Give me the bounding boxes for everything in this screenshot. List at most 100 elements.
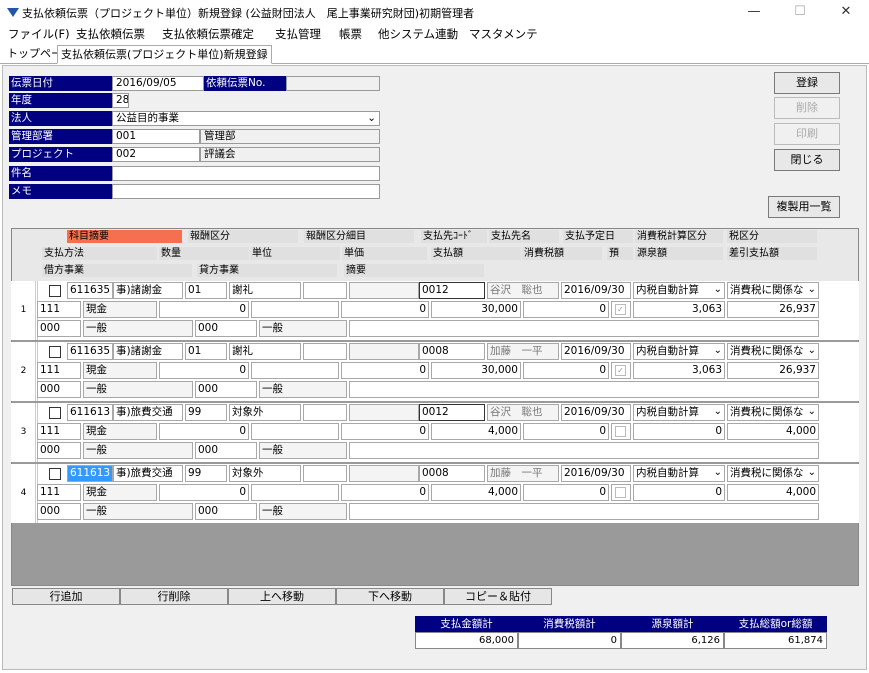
menu-file[interactable]: ファイル(F) (8, 26, 70, 42)
quantity-cell[interactable]: 0 (159, 423, 249, 440)
menu-reports[interactable]: 帳票 (339, 26, 362, 42)
account-code-cell[interactable]: 611613 (67, 465, 113, 482)
remarks-cell[interactable] (349, 442, 819, 459)
account-name-cell[interactable]: 事)旅費交通 (113, 465, 183, 482)
delete-row-button[interactable]: 行削除 (120, 588, 228, 605)
pay-method-code-cell[interactable]: 111 (37, 423, 81, 440)
tax-div-select[interactable]: 消費税に関係な (727, 404, 819, 421)
fee-name-cell[interactable]: 謝礼 (229, 343, 301, 360)
tax-div-select[interactable]: 消費税に関係な (727, 465, 819, 482)
remarks-cell[interactable] (349, 320, 819, 337)
debit-code-cell[interactable]: 000 (37, 503, 81, 520)
account-code-cell[interactable]: 611635 (67, 282, 113, 299)
quantity-cell[interactable]: 0 (159, 484, 249, 501)
credit-code-cell[interactable]: 000 (195, 442, 257, 459)
corp-select[interactable]: 公益目的事業 ⌄ (112, 111, 380, 126)
add-row-button[interactable]: 行追加 (12, 588, 120, 605)
account-code-cell[interactable]: 611635 (67, 343, 113, 360)
menu-master-maintenance[interactable]: マスタメンテ (469, 26, 538, 42)
unit-cell[interactable] (251, 423, 339, 440)
pay-date-cell[interactable]: 2016/09/30 (561, 465, 631, 482)
unit-price-cell[interactable]: 0 (341, 423, 429, 440)
menu-payment-management[interactable]: 支払管理 (275, 26, 321, 42)
move-down-button[interactable]: 下へ移動 (336, 588, 444, 605)
tax-calc-select[interactable]: 内税自動計算 (633, 404, 725, 421)
menu-other-systems[interactable]: 他システム連動 (378, 26, 458, 42)
unit-price-cell[interactable]: 0 (341, 362, 429, 379)
unit-price-cell[interactable]: 0 (341, 301, 429, 318)
debit-code-cell[interactable]: 000 (37, 381, 81, 398)
deposit-checkbox[interactable] (615, 487, 626, 498)
row-checkbox[interactable] (49, 407, 61, 419)
account-name-cell[interactable]: 事)旅費交通 (113, 404, 183, 421)
pay-date-cell[interactable]: 2016/09/30 (561, 343, 631, 360)
delete-button[interactable]: 削除 (774, 97, 840, 119)
quantity-cell[interactable]: 0 (159, 362, 249, 379)
maximize-button[interactable]: ☐ (777, 0, 823, 24)
tax-calc-select[interactable]: 内税自動計算 (633, 465, 725, 482)
fee-code-cell[interactable]: 99 (185, 404, 227, 421)
unit-cell[interactable] (251, 484, 339, 501)
fee-name-cell[interactable]: 対象外 (229, 465, 301, 482)
amount-cell[interactable]: 30,000 (431, 301, 521, 318)
withholding-cell[interactable]: 0 (633, 423, 725, 440)
credit-code-cell[interactable]: 000 (195, 503, 257, 520)
minimize-button[interactable]: — (731, 0, 777, 24)
withholding-cell[interactable]: 3,063 (633, 362, 725, 379)
tax-amount-cell[interactable]: 0 (523, 301, 609, 318)
print-button[interactable]: 印刷 (774, 123, 840, 145)
pay-method-code-cell[interactable]: 111 (37, 484, 81, 501)
payee-code-cell[interactable]: 0012 (419, 404, 485, 421)
amount-cell[interactable]: 4,000 (431, 484, 521, 501)
unit-cell[interactable] (251, 301, 339, 318)
pay-method-code-cell[interactable]: 111 (37, 301, 81, 318)
withholding-cell[interactable]: 3,063 (633, 301, 725, 318)
tax-div-select[interactable]: 消費税に関係な (727, 282, 819, 299)
pay-date-cell[interactable]: 2016/09/30 (561, 404, 631, 421)
fee-detail-cell[interactable] (303, 465, 347, 482)
credit-code-cell[interactable]: 000 (195, 320, 257, 337)
tax-div-select[interactable]: 消費税に関係な (727, 343, 819, 360)
unit-price-cell[interactable]: 0 (341, 484, 429, 501)
deposit-checkbox[interactable]: ✓ (615, 304, 626, 315)
payee-code-cell[interactable]: 0008 (419, 465, 485, 482)
debit-code-cell[interactable]: 000 (37, 320, 81, 337)
tax-calc-select[interactable]: 内税自動計算 (633, 282, 725, 299)
register-button[interactable]: 登録 (774, 72, 840, 94)
payee-code-cell[interactable]: 0012 (419, 282, 485, 299)
withholding-cell[interactable]: 0 (633, 484, 725, 501)
dept-code-field[interactable]: 001 (112, 129, 200, 144)
copy-list-button[interactable]: 複製用一覧 (768, 196, 840, 218)
credit-code-cell[interactable]: 000 (195, 381, 257, 398)
tab-new-registration[interactable]: 支払依頼伝票(プロジェクト単位)新規登録 (57, 45, 272, 64)
close-window-button[interactable]: ✕ (823, 0, 869, 24)
tax-amount-cell[interactable]: 0 (523, 362, 609, 379)
date-field[interactable]: 2016/09/05 (112, 76, 204, 91)
tax-amount-cell[interactable]: 0 (523, 423, 609, 440)
fee-detail-cell[interactable] (303, 343, 347, 360)
fee-name-cell[interactable]: 対象外 (229, 404, 301, 421)
debit-code-cell[interactable]: 000 (37, 442, 81, 459)
account-code-cell[interactable]: 611613 (67, 404, 113, 421)
subject-field[interactable] (112, 166, 380, 181)
row-checkbox[interactable] (49, 285, 61, 297)
row-checkbox[interactable] (49, 346, 61, 358)
amount-cell[interactable]: 30,000 (431, 362, 521, 379)
project-code-field[interactable]: 002 (112, 147, 200, 162)
remarks-cell[interactable] (349, 381, 819, 398)
menu-payment-request[interactable]: 支払依頼伝票 (76, 26, 145, 42)
account-name-cell[interactable]: 事)諸謝金 (113, 343, 183, 360)
account-name-cell[interactable]: 事)諸謝金 (113, 282, 183, 299)
memo-field[interactable] (112, 184, 380, 199)
year-field[interactable]: 28 (112, 93, 129, 108)
pay-method-code-cell[interactable]: 111 (37, 362, 81, 379)
close-button[interactable]: 閉じる (774, 149, 840, 171)
pay-date-cell[interactable]: 2016/09/30 (561, 282, 631, 299)
deposit-checkbox[interactable]: ✓ (615, 365, 626, 376)
tax-amount-cell[interactable]: 0 (523, 484, 609, 501)
menu-payment-confirm[interactable]: 支払依頼伝票確定 (162, 26, 254, 42)
tax-calc-select[interactable]: 内税自動計算 (633, 343, 725, 360)
row-checkbox[interactable] (49, 468, 61, 480)
fee-name-cell[interactable]: 謝礼 (229, 282, 301, 299)
deposit-checkbox[interactable] (615, 426, 626, 437)
